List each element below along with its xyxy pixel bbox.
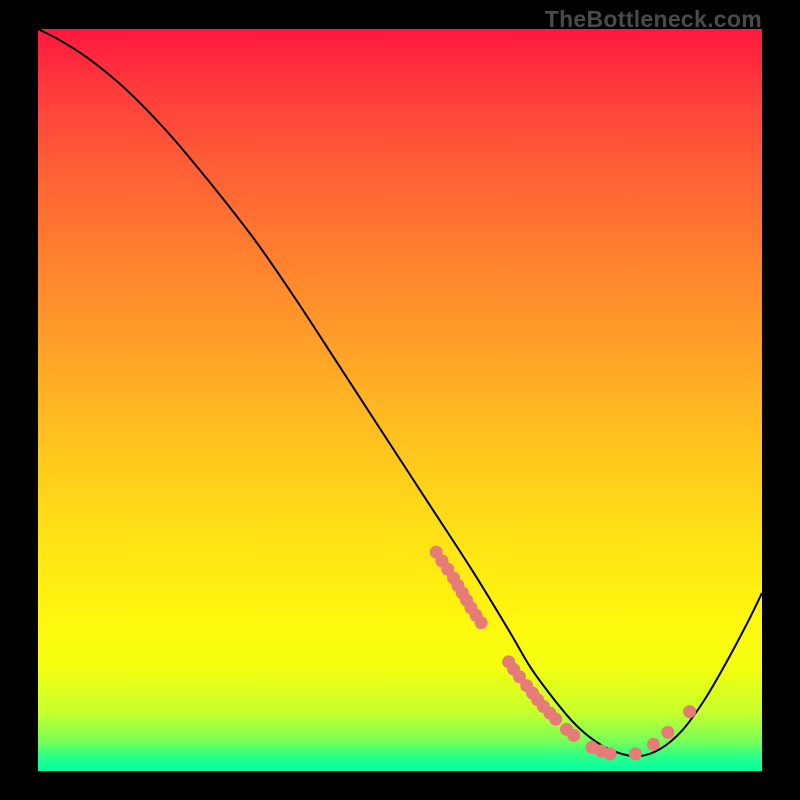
data-point [629,747,642,760]
chart-area [38,29,762,771]
chart-svg [38,29,762,771]
dot-group [430,546,696,761]
data-point [647,738,660,751]
data-point [475,616,488,629]
data-point [661,726,674,739]
data-point [683,705,696,718]
bottleneck-curve [38,29,762,756]
data-point [567,729,580,742]
data-point [549,713,562,726]
data-point [604,747,617,760]
